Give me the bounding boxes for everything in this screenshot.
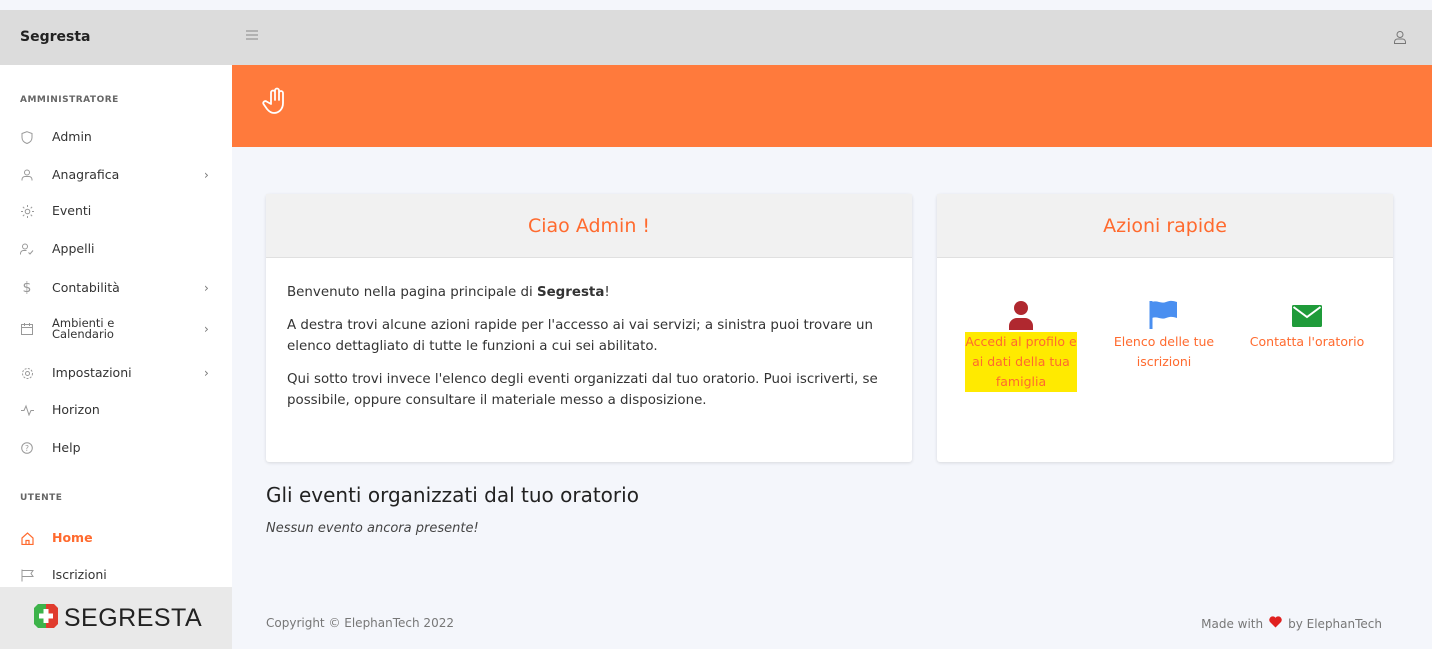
chevron-right-icon: ›: [204, 168, 209, 182]
copyright-text: Copyright © ElephanTech 2022: [266, 616, 454, 630]
quick-action-contact-line1: Contatta l'oratorio: [1249, 334, 1365, 349]
envelope-icon: [1235, 300, 1379, 332]
hand-wave-icon: [262, 87, 294, 121]
user-check-icon: [20, 242, 34, 256]
sidebar-item-label: Home: [52, 530, 93, 545]
sidebar-item-label: Appelli: [52, 241, 95, 256]
section-title-admin: AMMINISTRATORE: [20, 95, 119, 105]
sidebar-item-label: Eventi: [52, 203, 92, 218]
sidebar-item-appelli[interactable]: Appelli: [0, 231, 232, 267]
top-bar: Segresta: [0, 10, 1432, 65]
sidebar-logo[interactable]: SEGRESTA: [0, 587, 232, 649]
made-by-text: by ElephanTech: [1288, 616, 1382, 631]
sidebar-item-admin[interactable]: Admin: [0, 119, 232, 155]
events-empty-message: Nessun evento ancora presente!: [266, 521, 479, 536]
calendar-icon: [20, 322, 34, 336]
logo-text: SEGRESTA: [63, 603, 203, 632]
heart-icon: [1269, 616, 1282, 631]
svg-text:?: ?: [25, 444, 29, 453]
quick-action-registrations[interactable]: Elenco delle tue iscrizioni: [1099, 300, 1229, 372]
quick-action-profile-line3: famiglia: [995, 374, 1047, 389]
shield-icon: [20, 130, 34, 144]
quick-actions-title: Azioni rapide: [937, 194, 1393, 258]
sun-icon: [20, 204, 34, 218]
quick-action-profile[interactable]: Accedi al profilo e ai dati della tua fa…: [947, 300, 1095, 392]
page-banner: [232, 65, 1432, 147]
sidebar-item-label: Admin: [52, 129, 92, 144]
sidebar-item-anagrafica[interactable]: Anagrafica ›: [0, 157, 232, 193]
sidebar-item-label: Horizon: [52, 402, 100, 417]
sidebar-item-label: Help: [52, 440, 81, 455]
sidebar-item-label: Ambienti e Calendario: [52, 317, 114, 341]
flag-icon: [1099, 300, 1229, 332]
home-icon: [20, 531, 34, 545]
quick-action-profile-line1: Accedi al profilo e: [965, 334, 1077, 349]
quick-action-profile-label: Accedi al profilo e ai dati della tua fa…: [965, 332, 1077, 392]
quick-actions-card: Azioni rapide Accedi al profilo e ai dat…: [937, 194, 1393, 462]
sidebar-item-impostazioni[interactable]: Impostazioni ›: [0, 355, 232, 391]
user-menu-icon[interactable]: [1390, 27, 1410, 47]
activity-icon: [20, 403, 34, 417]
gear-icon: [20, 366, 34, 380]
welcome-card-title: Ciao Admin !: [266, 194, 912, 258]
sidebar-item-contabilita[interactable]: $ Contabilità ›: [0, 270, 232, 306]
brand-name[interactable]: Segresta: [20, 10, 232, 65]
sidebar-item-eventi[interactable]: Eventi: [0, 193, 232, 229]
welcome-card-body: Benvenuto nella pagina principale di Seg…: [266, 258, 912, 411]
sidebar-item-label: Anagrafica: [52, 167, 120, 182]
chevron-right-icon: ›: [204, 322, 209, 336]
sidebar-item-home[interactable]: Home: [0, 520, 232, 556]
welcome-intro: Benvenuto nella pagina principale di Seg…: [287, 282, 892, 303]
sidebar-item-label: Iscrizioni: [52, 567, 107, 582]
welcome-intro-text: Benvenuto nella pagina principale di: [287, 285, 537, 300]
sidebar-item-label-line2: Calendario: [52, 327, 114, 341]
chevron-right-icon: ›: [204, 281, 209, 295]
welcome-card: Ciao Admin ! Benvenuto nella pagina prin…: [266, 194, 912, 462]
flag-icon: [20, 568, 34, 582]
chevron-right-icon: ›: [204, 366, 209, 380]
user-icon: [20, 168, 34, 182]
dollar-icon: $: [22, 280, 32, 296]
sidebar: AMMINISTRATORE Admin Anagrafica › Eventi…: [0, 65, 232, 649]
section-title-utente: UTENTE: [20, 493, 63, 503]
sidebar-item-help[interactable]: ? Help: [0, 430, 232, 466]
menu-toggle-icon[interactable]: [246, 28, 262, 44]
events-section-title: Gli eventi organizzati dal tuo oratorio: [266, 483, 639, 507]
sidebar-item-label: Impostazioni: [52, 365, 132, 380]
quick-action-profile-line2: ai dati della tua: [972, 354, 1070, 369]
user-icon: [947, 300, 1095, 332]
quick-action-contact-label: Contatta l'oratorio: [1235, 332, 1379, 352]
quick-action-contact[interactable]: Contatta l'oratorio: [1235, 300, 1379, 352]
sidebar-item-ambienti-calendario[interactable]: Ambienti e Calendario ›: [0, 311, 232, 347]
segresta-logo-icon: [30, 600, 62, 636]
quick-action-registrations-line1: Elenco delle tue: [1113, 334, 1215, 349]
help-icon: ?: [20, 441, 34, 455]
quick-action-registrations-line2: iscrizioni: [1136, 354, 1192, 369]
welcome-intro-brand: Segresta: [536, 285, 605, 300]
quick-action-registrations-label: Elenco delle tue iscrizioni: [1099, 332, 1229, 372]
sidebar-item-label: Contabilità: [52, 280, 120, 295]
welcome-events-text: Qui sotto trovi invece l'elenco degli ev…: [287, 372, 878, 408]
welcome-intro-suffix: !: [604, 285, 610, 300]
sidebar-item-horizon[interactable]: Horizon: [0, 392, 232, 428]
made-with-credit: Made with by ElephanTech: [1201, 616, 1382, 631]
welcome-quick-actions-text: A destra trovi alcune azioni rapide per …: [287, 318, 874, 354]
made-with-text: Made with: [1201, 616, 1264, 631]
